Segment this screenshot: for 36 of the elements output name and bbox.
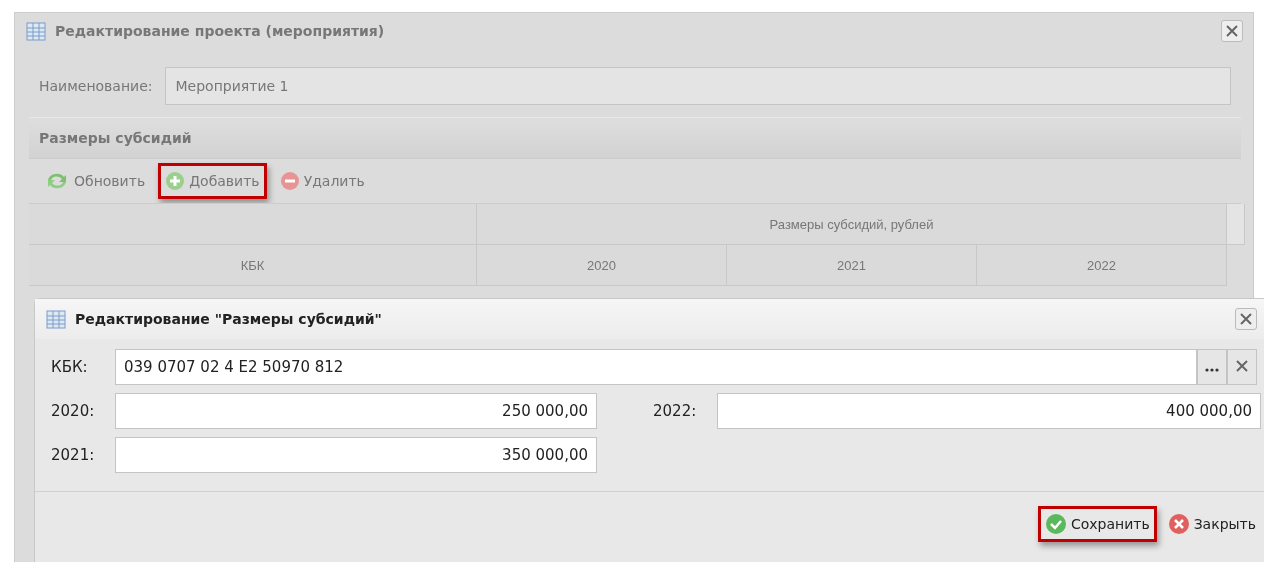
- close-icon: [1240, 313, 1252, 325]
- name-field[interactable]: Мероприятие 1: [164, 67, 1231, 105]
- column-header[interactable]: 2022: [977, 245, 1227, 286]
- amount-field[interactable]: 250 000,00: [115, 393, 597, 429]
- table-icon: [45, 308, 67, 330]
- check-icon: [1044, 513, 1067, 535]
- cross-circle-icon: [1167, 513, 1190, 535]
- add-button[interactable]: Добавить: [158, 163, 267, 199]
- column-header[interactable]: 2021: [727, 245, 977, 286]
- column-group-header: Размеры субсидий, рублей: [477, 204, 1227, 245]
- save-button[interactable]: Сохранить: [1037, 506, 1157, 542]
- close-icon: [1236, 359, 1248, 372]
- year-label: 2021:: [51, 446, 96, 464]
- column-header[interactable]: КБК: [29, 245, 477, 286]
- minus-icon: [279, 171, 300, 191]
- ellipsis-icon: [1205, 367, 1219, 372]
- dialog-title: Редактирование "Размеры субсидий": [75, 311, 383, 327]
- close-button[interactable]: [1221, 20, 1243, 42]
- close-button[interactable]: Закрыть: [1160, 506, 1263, 542]
- amount-field[interactable]: 400 000,00: [717, 393, 1261, 429]
- delete-button[interactable]: Удалить: [272, 163, 372, 199]
- name-label: Наименование:: [39, 78, 153, 94]
- year-label: 2020:: [51, 402, 96, 420]
- plus-icon: [165, 171, 186, 191]
- clear-button[interactable]: [1227, 349, 1257, 385]
- year-label: 2022:: [653, 402, 698, 420]
- kbk-label: КБК:: [51, 358, 89, 376]
- window-title: Редактирование проекта (мероприятия): [55, 23, 386, 39]
- kbk-field[interactable]: 039 0707 02 4 E2 50970 812: [115, 349, 1197, 385]
- table-icon: [25, 20, 47, 42]
- close-icon: [1226, 25, 1238, 37]
- refresh-button[interactable]: Обновить: [37, 163, 153, 199]
- section-title: Размеры субсидий: [39, 130, 192, 146]
- amount-field[interactable]: 350 000,00: [115, 437, 597, 473]
- column-header[interactable]: 2020: [477, 245, 727, 286]
- close-button[interactable]: [1235, 308, 1257, 330]
